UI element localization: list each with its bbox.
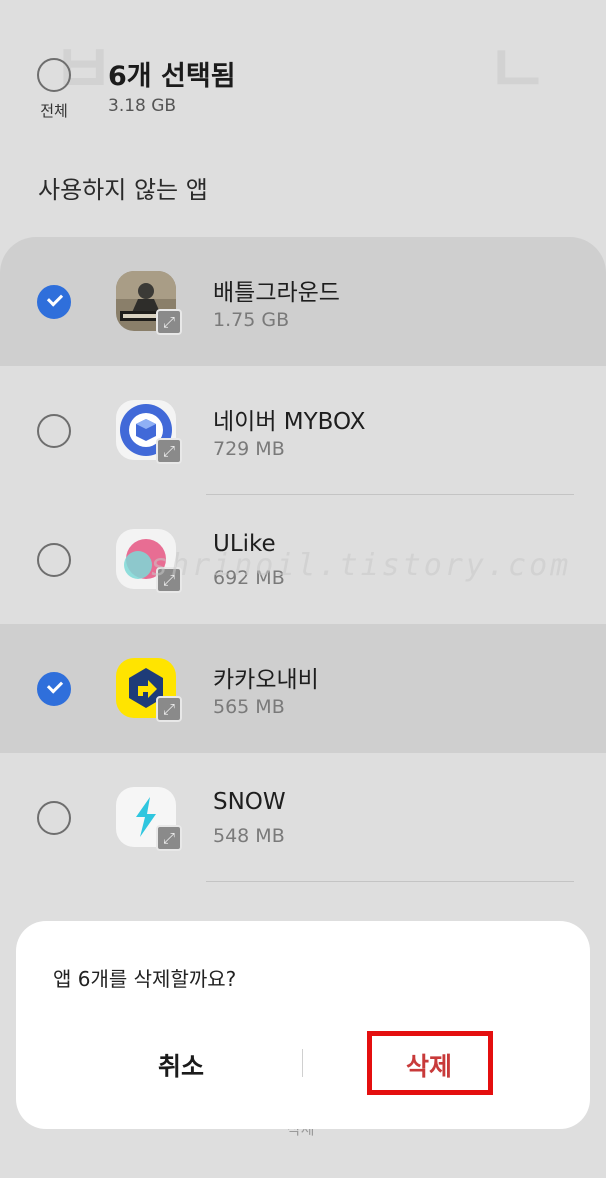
selection-size: 3.18 GB xyxy=(108,96,177,116)
app-checkbox[interactable] xyxy=(37,414,71,448)
app-checkbox[interactable] xyxy=(37,672,71,706)
app-name: 배틀그라운드 xyxy=(213,280,340,306)
app-name: 카카오내비 xyxy=(213,667,319,693)
app-row-snow[interactable]: ⤢ SNOW 548 MB xyxy=(0,753,606,882)
select-all-label: 전체 xyxy=(40,102,68,120)
app-size: 1.75 GB xyxy=(213,309,290,331)
background-glyph: ㄴ xyxy=(486,31,549,110)
app-checkbox[interactable] xyxy=(37,543,71,577)
cancel-button[interactable]: 취소 xyxy=(86,1034,276,1096)
app-size: 729 MB xyxy=(213,438,285,460)
confirm-dialog: 앱 6개를 삭제할까요? 취소 삭제 xyxy=(16,921,590,1129)
watermark: shrinoil.tistory.com xyxy=(150,548,572,583)
delete-highlight-box xyxy=(367,1031,493,1095)
dialog-message: 앱 6개를 삭제할까요? xyxy=(53,967,237,991)
select-all-radio[interactable] xyxy=(37,58,71,92)
divider xyxy=(206,881,574,882)
app-checkbox[interactable] xyxy=(37,285,71,319)
select-all-control[interactable]: 전체 xyxy=(34,58,74,121)
app-name: SNOW xyxy=(213,789,286,815)
app-row-battlegrounds[interactable]: ⤢ 배틀그라운드 1.75 GB xyxy=(0,237,606,366)
external-storage-icon: ⤢ xyxy=(156,825,182,851)
app-size: 565 MB xyxy=(213,696,285,718)
button-separator xyxy=(302,1049,303,1077)
external-storage-icon: ⤢ xyxy=(156,696,182,722)
section-title: 사용하지 않는 앱 xyxy=(38,176,208,204)
app-row-mybox[interactable]: ⤢ 네이버 MYBOX 729 MB xyxy=(0,366,606,495)
external-storage-icon: ⤢ xyxy=(156,309,182,335)
app-size: 548 MB xyxy=(213,825,285,847)
app-name: 네이버 MYBOX xyxy=(213,409,366,435)
external-storage-icon: ⤢ xyxy=(156,438,182,464)
header: ㅂ ㄴ 전체 6개 선택됨 3.18 GB xyxy=(0,0,606,150)
selection-count-title: 6개 선택됨 xyxy=(108,61,236,92)
app-checkbox[interactable] xyxy=(37,801,71,835)
app-row-kakaonavi[interactable]: ⤢ 카카오내비 565 MB xyxy=(0,624,606,753)
screen: ㅂ ㄴ 전체 6개 선택됨 3.18 GB 사용하지 않는 앱 ⤢ 배틀그라운드… xyxy=(0,0,606,1178)
